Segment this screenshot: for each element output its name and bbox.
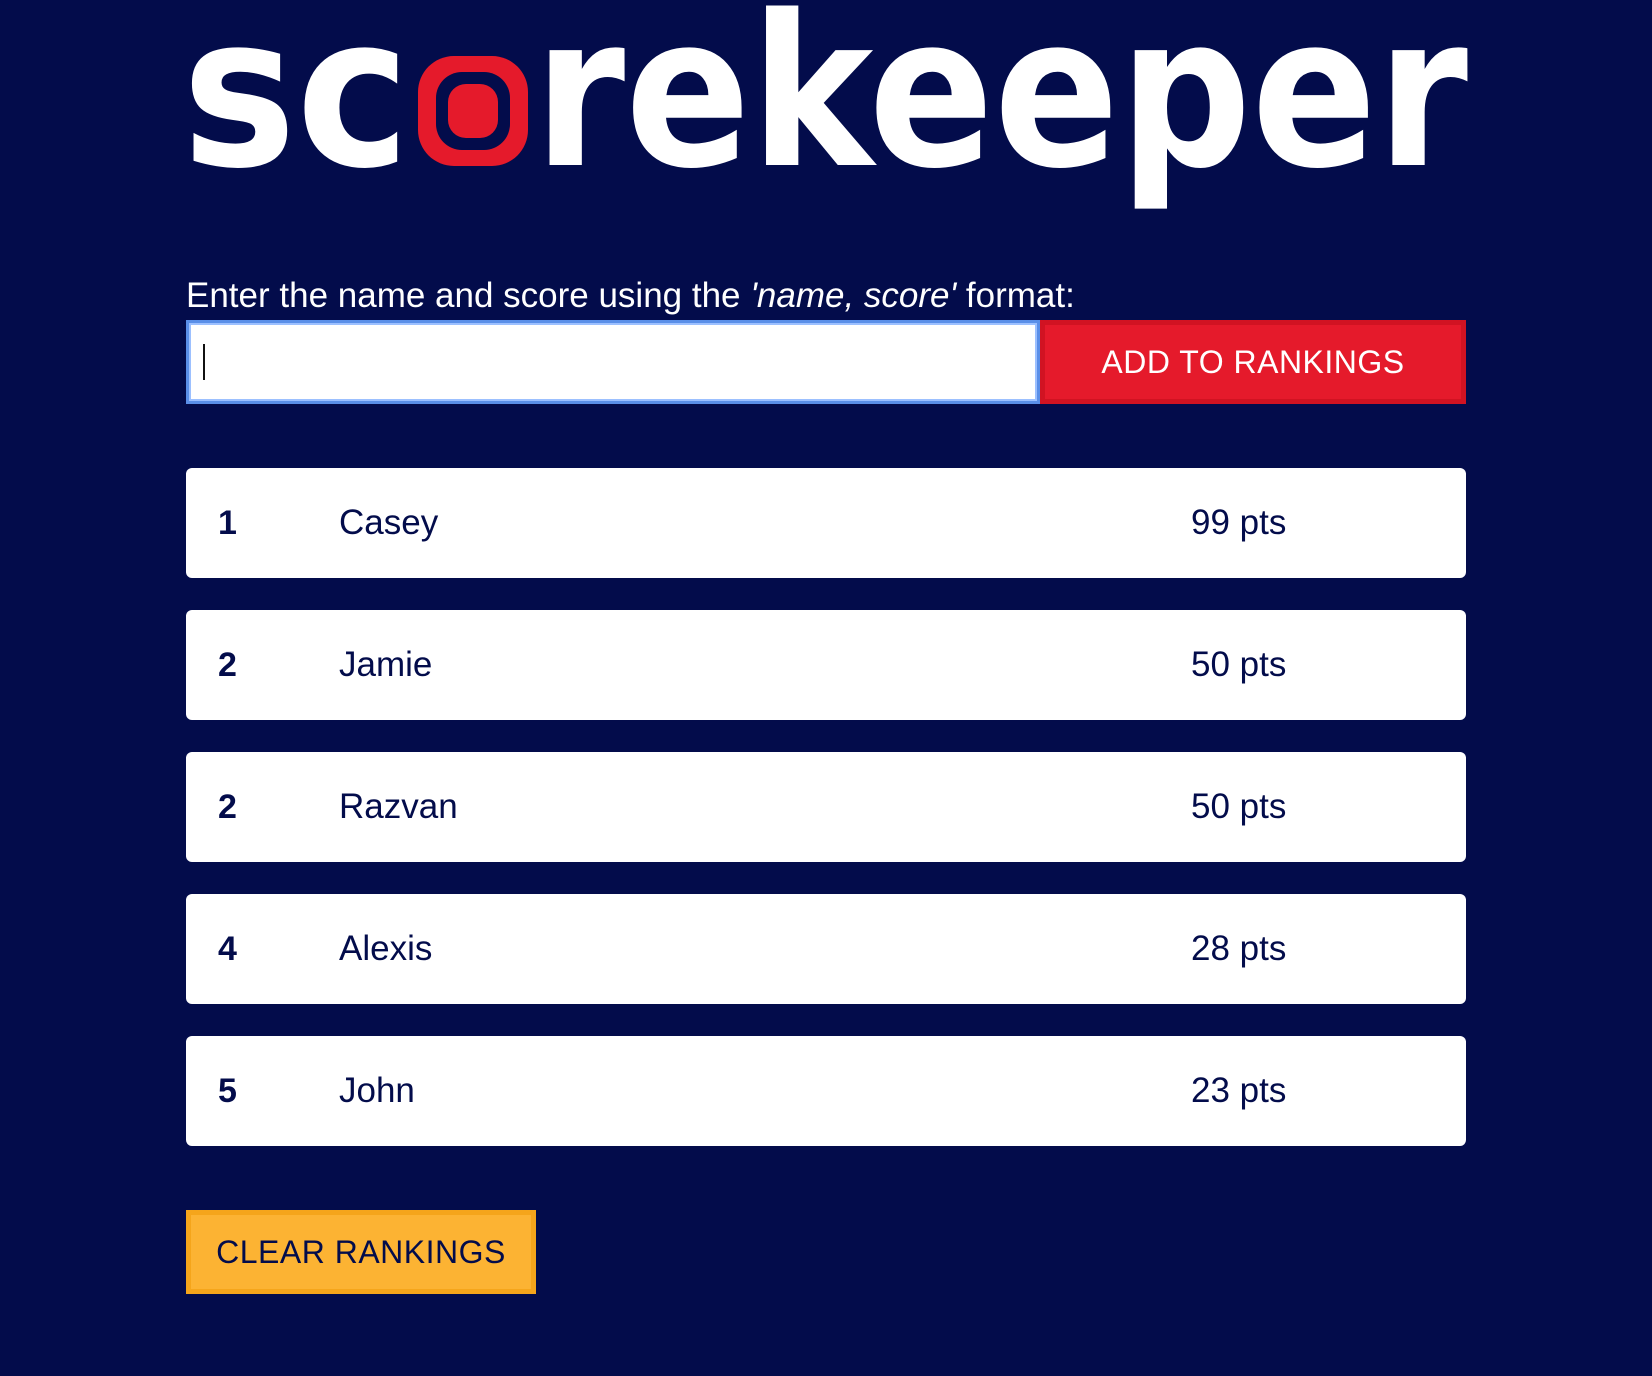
player-name: Jamie bbox=[339, 645, 433, 684]
instructions-lead: Enter the name and score using the bbox=[186, 276, 751, 315]
player-score: 28 pts bbox=[1191, 929, 1287, 968]
player-score: 99 pts bbox=[1191, 503, 1287, 542]
player-name: Razvan bbox=[339, 787, 458, 826]
rank-number: 4 bbox=[218, 930, 237, 968]
rankings-list: 1 Casey 99 pts 2 Jamie 50 pts 2 Razvan 5… bbox=[186, 468, 1466, 1178]
logo-text-start: sc bbox=[182, 0, 410, 215]
ranking-row: 5 John 23 pts bbox=[186, 1036, 1466, 1146]
ranking-row: 1 Casey 99 pts bbox=[186, 468, 1466, 578]
player-name: Casey bbox=[339, 503, 439, 542]
ranking-row: 2 Jamie 50 pts bbox=[186, 610, 1466, 720]
logo-o-target-icon bbox=[418, 56, 528, 166]
player-score: 50 pts bbox=[1191, 787, 1287, 826]
ranking-row: 2 Razvan 50 pts bbox=[186, 752, 1466, 862]
app-logo: sc rekeeper bbox=[182, 0, 1472, 215]
rank-number: 2 bbox=[218, 788, 237, 826]
text-cursor bbox=[203, 344, 205, 380]
instructions-format: 'name, score' bbox=[750, 276, 957, 315]
rank-number: 2 bbox=[218, 646, 237, 684]
logo-graphic: sc rekeeper bbox=[182, 0, 1468, 215]
clear-rankings-button[interactable]: CLEAR RANKINGS bbox=[186, 1210, 536, 1294]
logo-text-end: rekeeper bbox=[534, 0, 1468, 215]
name-score-input[interactable] bbox=[186, 320, 1040, 404]
entry-instructions: Enter the name and score using the 'name… bbox=[186, 274, 1075, 318]
add-to-rankings-button[interactable]: ADD TO RANKINGS bbox=[1040, 320, 1466, 404]
player-score: 50 pts bbox=[1191, 645, 1287, 684]
instructions-tail: format: bbox=[956, 276, 1075, 315]
rank-number: 1 bbox=[218, 504, 237, 542]
ranking-row: 4 Alexis 28 pts bbox=[186, 894, 1466, 1004]
player-score: 23 pts bbox=[1191, 1071, 1287, 1110]
player-name: Alexis bbox=[339, 929, 433, 968]
entry-form: ADD TO RANKINGS bbox=[186, 320, 1466, 404]
rank-number: 5 bbox=[218, 1072, 237, 1110]
player-name: John bbox=[339, 1071, 415, 1110]
